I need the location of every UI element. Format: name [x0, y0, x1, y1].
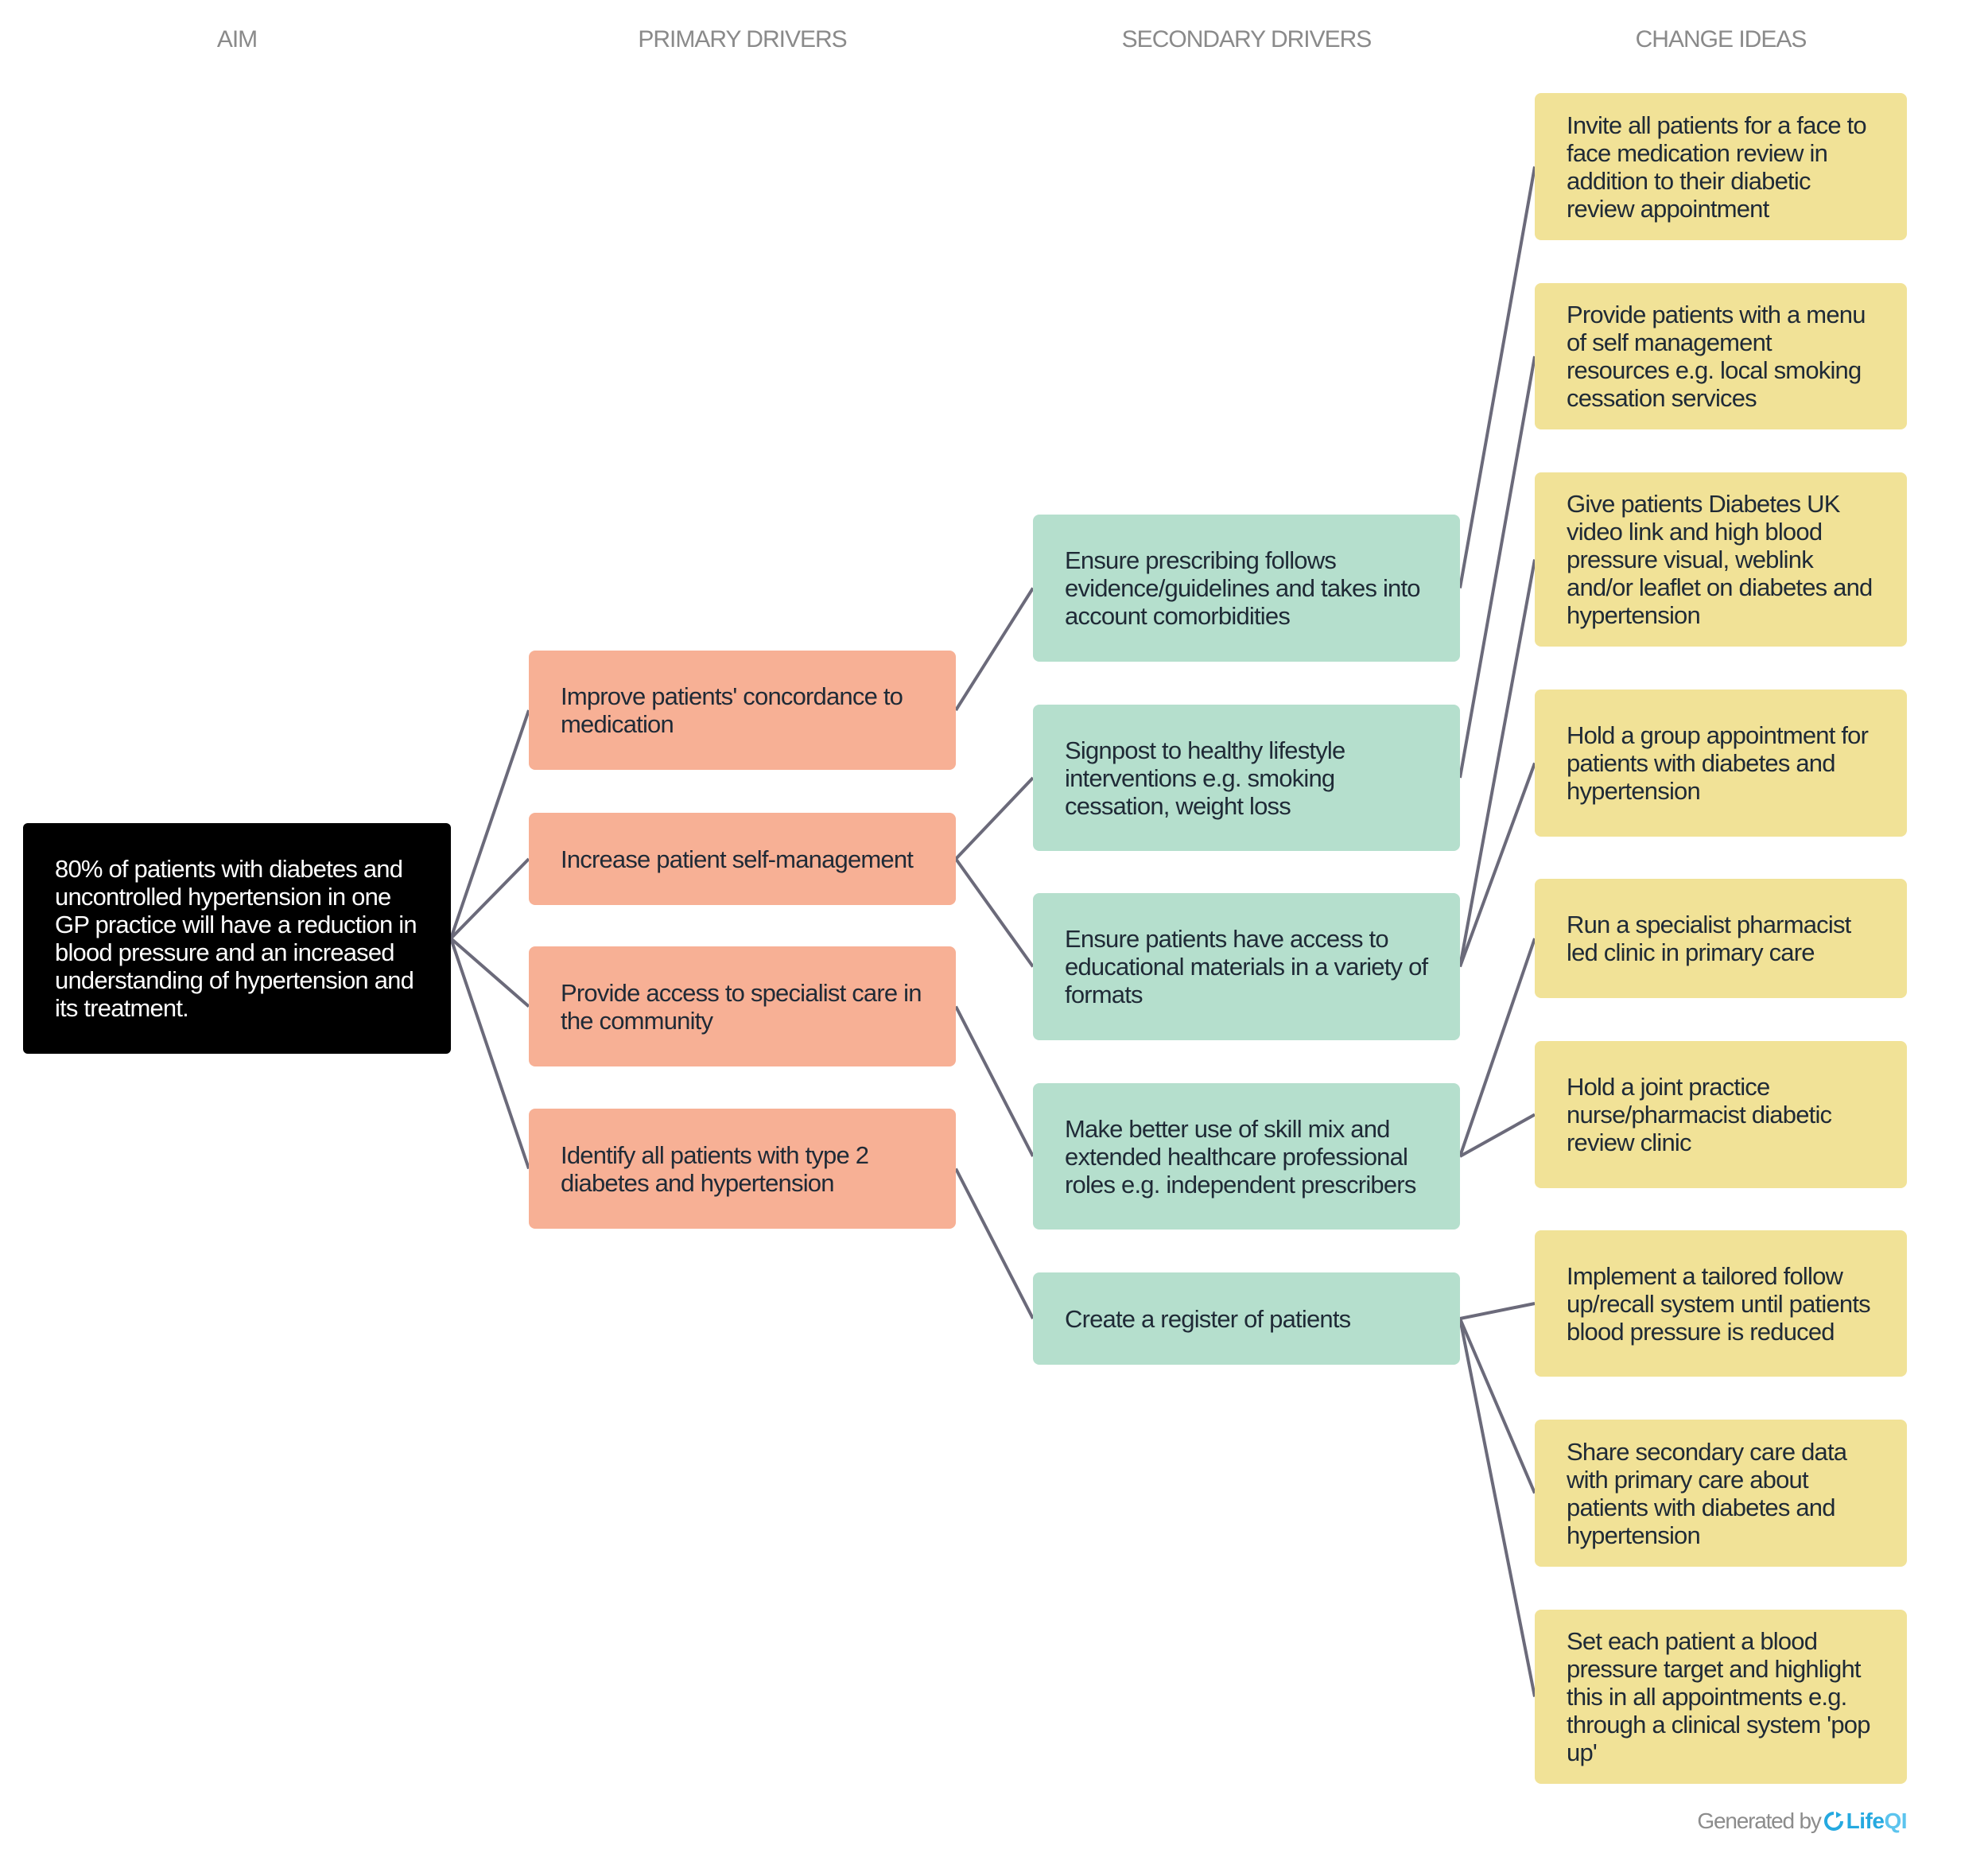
secondary-driver[interactable]: Create a register of patients	[1033, 1272, 1460, 1365]
secondary-driver-text: Create a register of patients	[1065, 1304, 1351, 1333]
secondary-driver[interactable]: Make better use of skill mix and extende…	[1033, 1083, 1460, 1230]
connector-primary-secondary	[954, 1005, 1035, 1157]
connector-secondary-change	[1458, 762, 1536, 968]
change-idea-text: Give patients Diabetes UK video link and…	[1567, 490, 1873, 629]
connector-primary-secondary	[954, 776, 1035, 861]
primary-driver-text: Identify all patients with type 2 diabet…	[561, 1140, 869, 1197]
brand-life: Life	[1846, 1808, 1885, 1833]
generated-by-footer[interactable]: Generated by Life QI	[1697, 1808, 1907, 1834]
connector-secondary-change	[1458, 166, 1536, 589]
change-idea[interactable]: Give patients Diabetes UK video link and…	[1535, 472, 1907, 647]
change-idea-text: Set each patient a blood pressure target…	[1567, 1627, 1870, 1766]
secondary-driver[interactable]: Signpost to healthy lifestyle interventi…	[1033, 705, 1460, 851]
change-idea[interactable]: Invite all patients for a face to face m…	[1535, 93, 1907, 240]
connector-secondary-change	[1458, 1318, 1536, 1697]
secondary-driver[interactable]: Ensure patients have access to education…	[1033, 893, 1460, 1040]
change-idea[interactable]: Run a specialist pharmacist led clinic i…	[1535, 879, 1907, 998]
change-idea[interactable]: Hold a joint practice nurse/pharmacist d…	[1535, 1041, 1907, 1188]
change-idea[interactable]: Hold a group appointment for patients wi…	[1535, 690, 1907, 837]
primary-driver[interactable]: Provide access to specialist care in the…	[529, 946, 956, 1066]
refresh-circle-icon	[1823, 1812, 1843, 1831]
change-idea[interactable]: Implement a tailored follow up/recall sy…	[1535, 1230, 1907, 1377]
secondary-driver-text: Ensure prescribing follows evidence/guid…	[1065, 546, 1421, 630]
secondary-driver-text: Make better use of skill mix and extende…	[1065, 1114, 1416, 1199]
primary-driver-text: Increase patient self-management	[561, 845, 914, 873]
change-idea[interactable]: Provide patients with a menu of self man…	[1535, 283, 1907, 429]
connector-secondary-change	[1458, 1318, 1536, 1494]
brand-qi: QI	[1884, 1808, 1907, 1833]
change-idea-text: Invite all patients for a face to face m…	[1567, 111, 1867, 223]
change-idea-text: Share secondary care data with primary c…	[1567, 1437, 1847, 1549]
secondary-driver-text: Signpost to healthy lifestyle interventi…	[1065, 736, 1345, 820]
connector-aim-primary	[449, 709, 530, 939]
secondary-driver-text: Ensure patients have access to education…	[1065, 925, 1428, 1008]
connector-primary-secondary	[954, 587, 1035, 712]
connector-primary-secondary	[954, 857, 1035, 968]
change-idea-text: Implement a tailored follow up/recall sy…	[1567, 1261, 1871, 1346]
change-idea-text: Hold a group appointment for patients wi…	[1567, 721, 1869, 805]
primary-driver[interactable]: Identify all patients with type 2 diabet…	[529, 1109, 956, 1229]
change-idea-text: Hold a joint practice nurse/pharmacist d…	[1567, 1073, 1832, 1156]
connector-secondary-change	[1458, 938, 1536, 1157]
secondary-driver[interactable]: Ensure prescribing follows evidence/guid…	[1033, 515, 1460, 662]
primary-driver-text: Improve patients' concordance to medicat…	[561, 682, 903, 738]
change-idea[interactable]: Set each patient a blood pressure target…	[1535, 1610, 1907, 1784]
connector-secondary-change	[1458, 559, 1536, 967]
primary-driver[interactable]: Increase patient self-management	[529, 813, 956, 905]
footer-prefix: Generated by	[1697, 1808, 1821, 1833]
change-idea[interactable]: Share secondary care data with primary c…	[1535, 1420, 1907, 1567]
change-idea-text: Provide patients with a menu of self man…	[1567, 301, 1866, 412]
connector-secondary-change	[1459, 1302, 1536, 1320]
primary-driver-text: Provide access to specialist care in the…	[561, 978, 922, 1035]
connector-primary-secondary	[954, 1167, 1035, 1319]
connector-aim-primary	[449, 857, 530, 940]
primary-driver[interactable]: Improve patients' concordance to medicat…	[529, 651, 956, 770]
connector-secondary-change	[1458, 355, 1536, 779]
aim-text: 80% of patients with diabetes and uncont…	[55, 855, 417, 1022]
aim-box[interactable]: 80% of patients with diabetes and uncont…	[23, 823, 451, 1054]
lifeqi-logo: Life QI	[1821, 1808, 1907, 1834]
change-idea-text: Run a specialist pharmacist led clinic i…	[1567, 911, 1851, 966]
